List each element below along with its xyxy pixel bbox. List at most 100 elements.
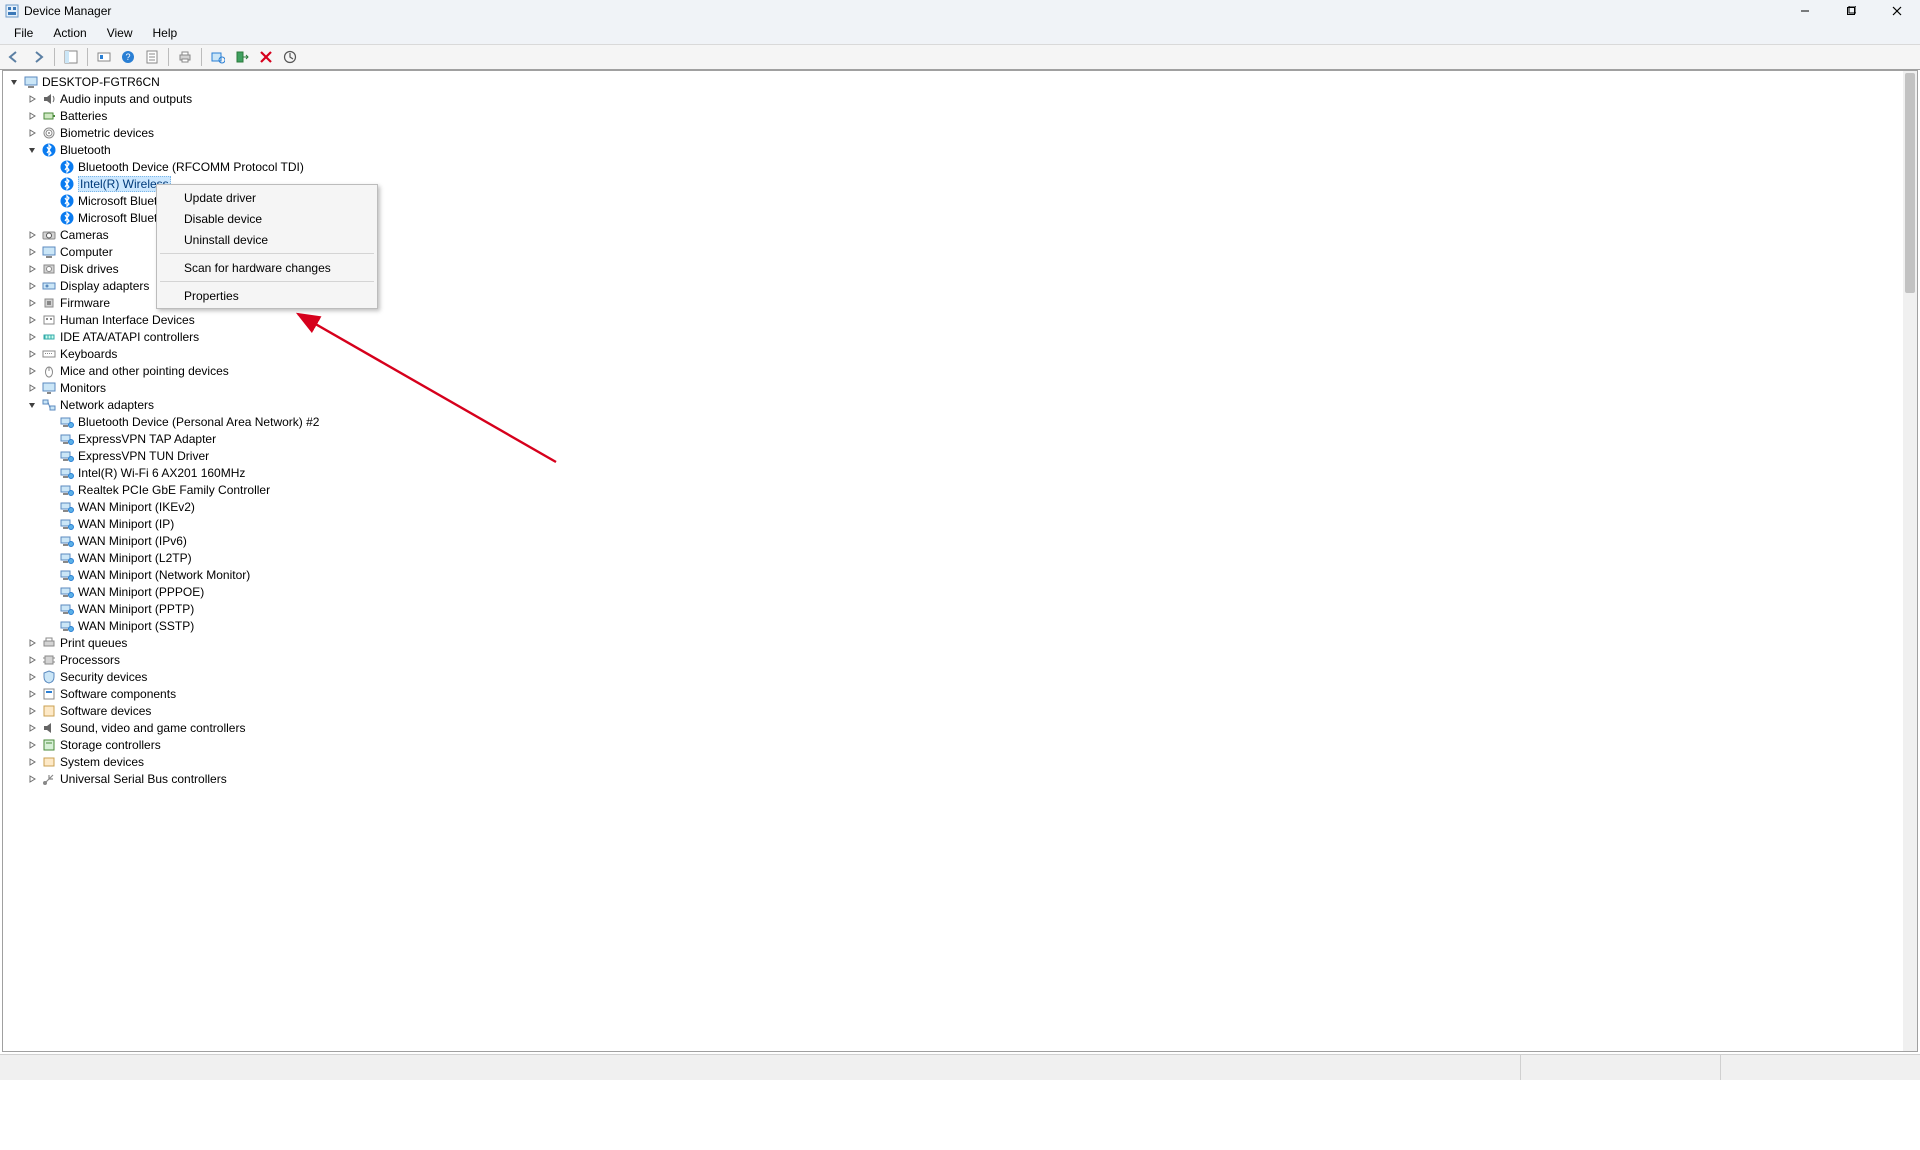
net-dev-icon bbox=[59, 465, 75, 481]
tree-node[interactable]: IDE ATA/ATAPI controllers bbox=[3, 328, 1903, 345]
tree-node[interactable]: WAN Miniport (PPTP) bbox=[3, 600, 1903, 617]
tree-node[interactable]: Biometric devices bbox=[3, 124, 1903, 141]
tree-node[interactable]: Intel(R) Wi-Fi 6 AX201 160MHz bbox=[3, 464, 1903, 481]
context-menu-item[interactable]: Properties bbox=[158, 285, 376, 306]
context-menu-item[interactable]: Disable device bbox=[158, 208, 376, 229]
tree-node[interactable]: Sound, video and game controllers bbox=[3, 719, 1903, 736]
speaker-icon bbox=[41, 91, 57, 107]
tree-node[interactable]: Realtek PCIe GbE Family Controller bbox=[3, 481, 1903, 498]
tree-node[interactable]: Mice and other pointing devices bbox=[3, 362, 1903, 379]
tree-node[interactable]: Bluetooth bbox=[3, 141, 1903, 158]
chevron-right-icon[interactable] bbox=[25, 279, 39, 293]
print-icon[interactable] bbox=[175, 47, 195, 67]
tree-node[interactable]: Network adapters bbox=[3, 396, 1903, 413]
tree-node[interactable]: System devices bbox=[3, 753, 1903, 770]
chevron-right-icon[interactable] bbox=[25, 721, 39, 735]
chevron-down-icon[interactable] bbox=[7, 75, 21, 89]
chevron-right-icon[interactable] bbox=[25, 109, 39, 123]
tree-node[interactable]: Security devices bbox=[3, 668, 1903, 685]
tree-node[interactable]: WAN Miniport (IP) bbox=[3, 515, 1903, 532]
menu-action[interactable]: Action bbox=[43, 24, 96, 42]
chevron-right-icon[interactable] bbox=[25, 313, 39, 327]
tree-node[interactable]: WAN Miniport (L2TP) bbox=[3, 549, 1903, 566]
bluetooth-icon bbox=[59, 159, 75, 175]
tree-node[interactable]: Human Interface Devices bbox=[3, 311, 1903, 328]
app-icon bbox=[4, 3, 20, 19]
tree-node-label: Bluetooth Device (RFCOMM Protocol TDI) bbox=[78, 160, 304, 174]
menu-view[interactable]: View bbox=[97, 24, 143, 42]
show-hide-tree-icon[interactable] bbox=[61, 47, 81, 67]
tree-node[interactable]: WAN Miniport (IPv6) bbox=[3, 532, 1903, 549]
back-icon[interactable] bbox=[4, 47, 24, 67]
menu-file[interactable]: File bbox=[4, 24, 43, 42]
chevron-right-icon[interactable] bbox=[25, 653, 39, 667]
tree-node[interactable]: Universal Serial Bus controllers bbox=[3, 770, 1903, 787]
tree-node[interactable]: Processors bbox=[3, 651, 1903, 668]
properties-icon[interactable] bbox=[142, 47, 162, 67]
chevron-right-icon[interactable] bbox=[25, 704, 39, 718]
chevron-right-icon[interactable] bbox=[25, 364, 39, 378]
forward-icon[interactable] bbox=[28, 47, 48, 67]
chevron-right-icon[interactable] bbox=[25, 228, 39, 242]
chevron-right-icon[interactable] bbox=[25, 772, 39, 786]
scan-hardware-icon[interactable] bbox=[208, 47, 228, 67]
tree-node[interactable]: Storage controllers bbox=[3, 736, 1903, 753]
close-button[interactable] bbox=[1874, 0, 1920, 22]
maximize-button[interactable] bbox=[1828, 0, 1874, 22]
bluetooth-icon bbox=[59, 176, 75, 192]
tree-node[interactable]: Monitors bbox=[3, 379, 1903, 396]
chevron-right-icon[interactable] bbox=[25, 738, 39, 752]
vertical-scrollbar[interactable] bbox=[1903, 71, 1917, 1051]
tree-node[interactable]: WAN Miniport (Network Monitor) bbox=[3, 566, 1903, 583]
uninstall-icon[interactable] bbox=[256, 47, 276, 67]
chevron-right-icon[interactable] bbox=[25, 262, 39, 276]
toolbar: ? bbox=[0, 44, 1920, 70]
tree-node[interactable]: Keyboards bbox=[3, 345, 1903, 362]
update-driver-icon[interactable] bbox=[280, 47, 300, 67]
enable-icon[interactable] bbox=[232, 47, 252, 67]
tree-node-label: Security devices bbox=[60, 670, 147, 684]
titlebar: Device Manager bbox=[0, 0, 1920, 22]
chevron-down-icon[interactable] bbox=[25, 398, 39, 412]
tree-node[interactable]: WAN Miniport (SSTP) bbox=[3, 617, 1903, 634]
menu-help[interactable]: Help bbox=[143, 24, 188, 42]
tree-node[interactable]: WAN Miniport (PPPOE) bbox=[3, 583, 1903, 600]
minimize-button[interactable] bbox=[1782, 0, 1828, 22]
chevron-right-icon[interactable] bbox=[25, 296, 39, 310]
chevron-right-icon[interactable] bbox=[25, 126, 39, 140]
chevron-right-icon[interactable] bbox=[25, 92, 39, 106]
chevron-down-icon[interactable] bbox=[25, 143, 39, 157]
chevron-right-icon[interactable] bbox=[25, 636, 39, 650]
scrollbar-thumb[interactable] bbox=[1905, 73, 1915, 293]
chevron-right-icon[interactable] bbox=[25, 245, 39, 259]
device-manager-icon[interactable] bbox=[94, 47, 114, 67]
context-menu-item[interactable]: Uninstall device bbox=[158, 229, 376, 250]
tree-node[interactable]: DESKTOP-FGTR6CN bbox=[3, 73, 1903, 90]
context-menu-item[interactable]: Update driver bbox=[158, 187, 376, 208]
tree-node-label: Human Interface Devices bbox=[60, 313, 195, 327]
help-icon[interactable]: ? bbox=[118, 47, 138, 67]
chevron-right-icon[interactable] bbox=[25, 687, 39, 701]
statusbar-cell bbox=[1520, 1055, 1720, 1080]
tree-node[interactable]: Audio inputs and outputs bbox=[3, 90, 1903, 107]
tree-node[interactable]: Bluetooth Device (RFCOMM Protocol TDI) bbox=[3, 158, 1903, 175]
tree-node-label: Network adapters bbox=[60, 398, 154, 412]
context-menu-item[interactable]: Scan for hardware changes bbox=[158, 257, 376, 278]
tree-node[interactable]: Software components bbox=[3, 685, 1903, 702]
chevron-right-icon[interactable] bbox=[25, 347, 39, 361]
tree-node[interactable]: ExpressVPN TUN Driver bbox=[3, 447, 1903, 464]
tree-node[interactable]: ExpressVPN TAP Adapter bbox=[3, 430, 1903, 447]
tree-node[interactable]: Bluetooth Device (Personal Area Network)… bbox=[3, 413, 1903, 430]
tree-node-label: Intel(R) Wi-Fi 6 AX201 160MHz bbox=[78, 466, 245, 480]
net-dev-icon bbox=[59, 414, 75, 430]
tree-node[interactable]: Print queues bbox=[3, 634, 1903, 651]
chevron-right-icon[interactable] bbox=[25, 670, 39, 684]
chevron-right-icon[interactable] bbox=[25, 755, 39, 769]
chevron-right-icon[interactable] bbox=[25, 330, 39, 344]
keyboard-icon bbox=[41, 346, 57, 362]
tree-node[interactable]: WAN Miniport (IKEv2) bbox=[3, 498, 1903, 515]
tree-node[interactable]: Batteries bbox=[3, 107, 1903, 124]
tree-node-label: Computer bbox=[60, 245, 113, 259]
tree-node[interactable]: Software devices bbox=[3, 702, 1903, 719]
chevron-right-icon[interactable] bbox=[25, 381, 39, 395]
